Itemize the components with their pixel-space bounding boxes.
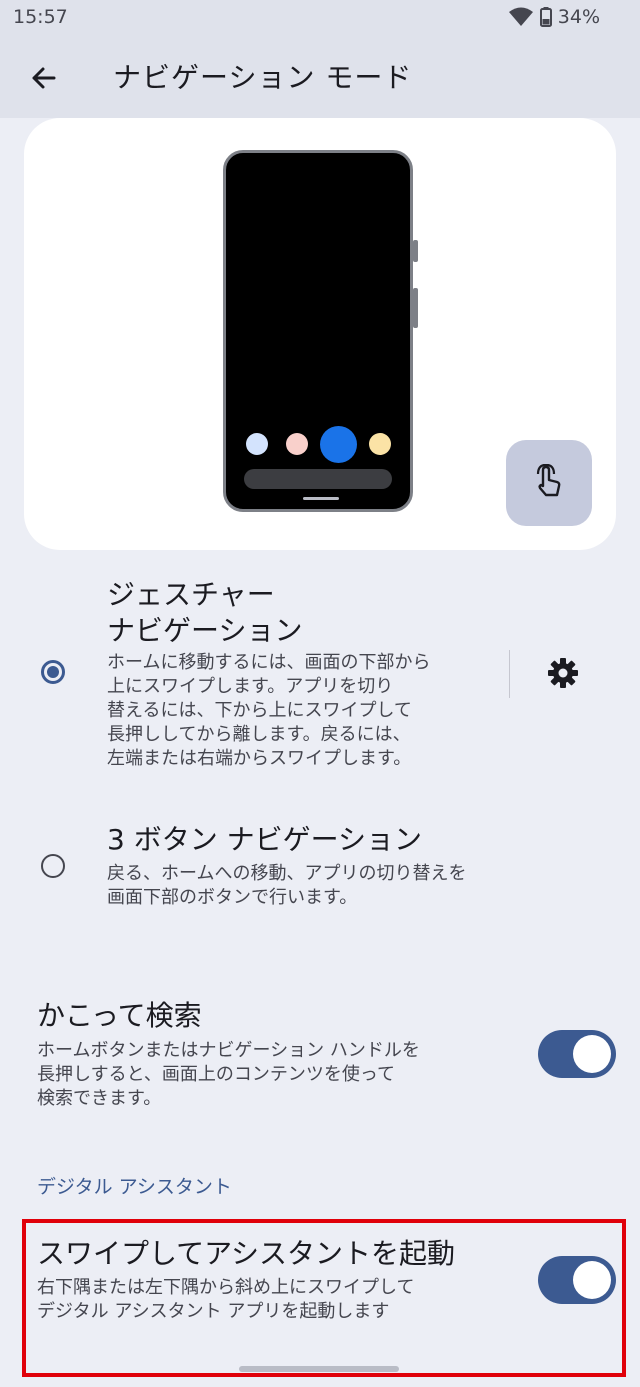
vertical-divider bbox=[509, 650, 510, 698]
gesture-navigation-description: ホームに移動するには、画面の下部から 上にスワイプします。アプリを切り 替えるに… bbox=[107, 652, 431, 769]
circle-to-search-title: かこって検索 bbox=[37, 999, 202, 1032]
circle-to-search-toggle[interactable] bbox=[538, 1030, 616, 1078]
toggle-knob bbox=[573, 1261, 611, 1299]
circle-to-search-description: ホームボタンまたはナビゲーション ハンドルを 長押しすると、画面上のコンテンツを… bbox=[37, 1040, 420, 1109]
section-header-digital-assistant: デジタル アシスタント bbox=[37, 1176, 232, 1198]
gesture-navigation-handle[interactable] bbox=[239, 1366, 399, 1372]
preview-home-handle bbox=[303, 497, 339, 500]
radio-selected-dot bbox=[47, 666, 59, 678]
status-icons: 34% bbox=[508, 6, 600, 28]
preview-dot bbox=[286, 433, 308, 455]
swipe-assistant-description: 右下隅または左下隅から斜め上にスワイプして デジタル アシスタント アプリを起動… bbox=[37, 1277, 415, 1322]
wifi-icon bbox=[508, 7, 533, 26]
touch-gesture-icon bbox=[536, 464, 561, 497]
gear-icon[interactable] bbox=[546, 656, 580, 690]
preview-dot bbox=[320, 426, 357, 463]
preview-dot bbox=[246, 433, 268, 455]
back-arrow-icon[interactable] bbox=[24, 58, 64, 98]
three-button-navigation-radio[interactable] bbox=[41, 854, 65, 878]
swipe-assistant-title: スワイプしてアシスタントを起動 bbox=[37, 1237, 456, 1270]
page-title: ナビゲーション モード bbox=[113, 61, 413, 94]
gesture-navigation-title[interactable]: ジェスチャー ナビゲーション bbox=[107, 577, 302, 649]
swipe-assistant-toggle[interactable] bbox=[538, 1256, 616, 1304]
phone-side-button bbox=[413, 288, 418, 328]
toggle-knob bbox=[573, 1035, 611, 1073]
three-button-navigation-description: 戻る、ホームへの移動、アプリの切り替えを 画面下部のボタンで行います。 bbox=[107, 863, 467, 908]
phone-illustration bbox=[223, 150, 413, 512]
three-button-navigation-title[interactable]: 3 ボタン ナビゲーション bbox=[107, 822, 422, 858]
preview-search-bar bbox=[244, 469, 392, 489]
battery-percent: 34% bbox=[557, 6, 600, 28]
status-time: 15:57 bbox=[13, 6, 68, 28]
phone-side-button bbox=[413, 240, 418, 262]
battery-icon bbox=[539, 7, 552, 27]
preview-dot bbox=[369, 433, 391, 455]
